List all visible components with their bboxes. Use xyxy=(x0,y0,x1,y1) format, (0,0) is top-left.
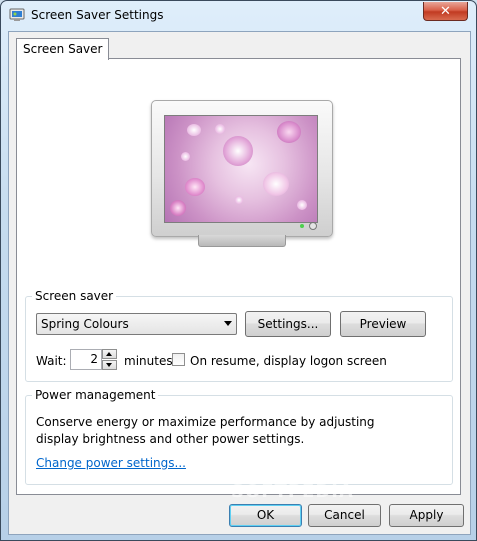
monitor-power-led xyxy=(300,224,304,228)
flower-image xyxy=(263,172,289,196)
screen-saver-group: Screen saver Spring Colours Settings... … xyxy=(25,289,453,382)
spin-down-arrow-icon[interactable] xyxy=(102,360,117,370)
screen-saver-select[interactable]: Spring Colours xyxy=(36,313,237,335)
spin-up-arrow-icon[interactable] xyxy=(102,349,117,359)
cancel-button[interactable]: Cancel xyxy=(308,504,381,527)
screen-saver-select-value: Spring Colours xyxy=(41,317,129,331)
flower-image xyxy=(185,178,205,196)
wait-minutes-stepper[interactable] xyxy=(102,349,117,370)
resume-logon-label[interactable]: On resume, display logon screen xyxy=(190,354,387,368)
chevron-down-icon[interactable] xyxy=(224,321,232,326)
flower-image xyxy=(215,124,225,134)
close-icon: ✕ xyxy=(440,3,451,19)
flower-image xyxy=(223,136,253,166)
wait-minutes-input[interactable]: 2 xyxy=(70,349,102,370)
flower-image xyxy=(277,121,301,143)
monitor-power-button-icon xyxy=(309,222,317,230)
minutes-label: minutes xyxy=(124,354,173,368)
tab-panel-screen-saver: Screen saver Spring Colours Settings... … xyxy=(16,58,461,495)
title-bar[interactable]: Screen Saver Settings ✕ xyxy=(1,1,476,31)
flower-image xyxy=(187,124,201,136)
close-button[interactable]: ✕ xyxy=(423,2,468,21)
power-management-group: Power management Conserve energy or maxi… xyxy=(25,388,453,485)
resume-logon-checkbox[interactable] xyxy=(172,353,185,366)
power-management-group-label: Power management xyxy=(32,388,159,402)
screen-saver-app-icon xyxy=(9,8,25,21)
monitor-stand xyxy=(198,235,286,247)
screen-saver-group-label: Screen saver xyxy=(32,289,117,303)
wait-label: Wait: xyxy=(36,354,67,368)
change-power-settings-link[interactable]: Change power settings... xyxy=(36,456,186,470)
ok-button[interactable]: OK xyxy=(229,504,302,527)
preview-button[interactable]: Preview xyxy=(340,311,426,337)
window-title: Screen Saver Settings xyxy=(31,8,164,22)
flower-image xyxy=(181,152,190,161)
softpedia-watermark: SOFTPEDIA xyxy=(231,481,354,502)
preview-screen-image xyxy=(164,115,318,223)
dialog-client-area: Screen Saver Screen saver Spring Colours… xyxy=(8,31,471,535)
apply-button[interactable]: Apply xyxy=(389,504,464,527)
tab-screen-saver[interactable]: Screen Saver xyxy=(16,38,110,60)
screen-saver-preview-monitor xyxy=(151,100,333,248)
power-description: Conserve energy or maximize performance … xyxy=(36,415,375,446)
monitor-bezel xyxy=(151,100,333,237)
flower-image xyxy=(235,196,243,204)
flower-image xyxy=(297,200,307,210)
dialog-window: Screen Saver Settings ✕ Screen Saver Scr… xyxy=(0,0,477,541)
flower-image xyxy=(170,200,186,216)
settings-button[interactable]: Settings... xyxy=(245,311,331,337)
